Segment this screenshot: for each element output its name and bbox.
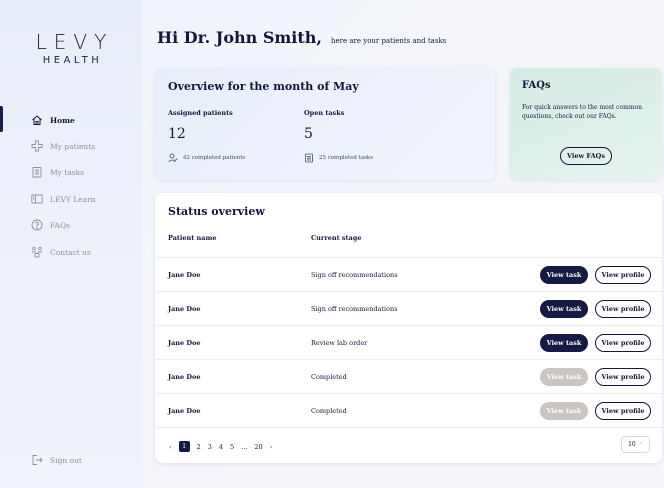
view-faqs-button[interactable]: View FAQs [560,147,612,165]
pagination-ellipsis: ... [241,442,248,451]
tasks-icon [31,166,43,178]
task-list-icon [305,153,313,163]
logo-subtitle: HEALTH [42,55,103,66]
overview-card: Overview for the month of May Assigned p… [155,68,495,180]
view-task-button-disabled: View task [540,368,588,386]
open-tasks-value: 5 [304,126,313,142]
sidebar-item-my-patients[interactable]: My patients [31,139,95,153]
assigned-patients-label: Assigned patients [168,109,233,117]
sidebar-item-faqs[interactable]: FAQs [31,218,70,232]
view-profile-button[interactable]: View profile [595,402,651,420]
view-task-button[interactable]: View task [540,300,588,318]
table-divider [155,427,662,428]
patient-name-cell[interactable]: Jane Doe [168,271,201,279]
user-check-icon [168,153,178,163]
logo: LEVY HEALTH [0,30,142,66]
pagination-page[interactable]: 5 [230,443,234,451]
sidebar-item-levy-learn[interactable]: LEVY Learn [31,192,96,206]
sidebar-item-label: My patients [50,141,96,151]
status-overview-card: Status overview Patient name Current sta… [155,193,662,463]
pagination-page[interactable]: 4 [219,443,223,451]
patient-name-cell[interactable]: Jane Doe [168,305,201,313]
table-row: Jane Doe Sign off recommendations View t… [155,257,662,291]
status-overview-title: Status overview [168,205,265,218]
patients-icon [31,140,43,152]
active-indicator [0,106,3,132]
completed-tasks-text: 25 completed tasks [319,155,374,161]
page-title: Hi Dr. John Smith, [157,28,322,47]
overview-title: Overview for the month of May [168,80,359,93]
sidebar-item-home[interactable]: Home [31,113,75,127]
table-row: Jane Doe Review lab order View task View… [155,325,662,359]
sidebar-item-label: FAQs [50,220,70,230]
current-stage-cell: Sign off recommendations [311,271,398,279]
view-profile-button[interactable]: View profile [595,368,651,386]
sidebar-item-label: My tasks [50,167,85,177]
view-profile-button[interactable]: View profile [595,300,651,318]
chevron-up-icon: ⌃ [638,441,643,448]
learn-icon [31,193,43,205]
column-header-patient-name: Patient name [168,234,217,242]
sidebar-item-label: Contact us [50,247,91,257]
current-stage-cell: Review lab order [311,339,368,347]
sign-out-icon [31,454,43,466]
sidebar-item-my-tasks[interactable]: My tasks [31,165,84,179]
pagination-next[interactable]: › [270,443,273,451]
patient-name-cell[interactable]: Jane Doe [168,373,201,381]
table-row: Jane Doe Sign off recommendations View t… [155,291,662,325]
open-tasks-label: Open tasks [304,109,345,117]
sidebar-item-label: Home [50,115,75,125]
rows-per-page-select[interactable]: 10 ⌃ [621,436,650,453]
patient-name-cell[interactable]: Jane Doe [168,339,201,347]
pagination-page[interactable]: 20 [254,443,262,451]
assigned-patients-value: 12 [168,126,186,142]
sidebar: LEVY HEALTH Home My patients My tasks LE… [0,0,142,488]
pagination-page[interactable]: 3 [208,443,212,451]
faqs-text: For quick answers to the most common que… [522,104,643,121]
help-icon [31,219,43,231]
table-row: Jane Doe Completed View task View profil… [155,359,662,393]
home-icon [31,114,43,126]
view-profile-button[interactable]: View profile [595,266,651,284]
completed-patients-note: 42 completed patients [168,153,245,163]
faqs-card: FAQs For quick answers to the most commo… [510,68,662,180]
pagination-prev[interactable]: ‹ [169,443,172,451]
contact-icon [31,246,43,258]
view-task-button-disabled: View task [540,402,588,420]
pagination: ‹ 1 2 3 4 5 ... 20 › [169,441,279,452]
sidebar-item-label: LEVY Learn [50,194,96,204]
view-task-button[interactable]: View task [540,266,588,284]
patient-name-cell[interactable]: Jane Doe [168,407,201,415]
faqs-title: FAQs [522,80,551,91]
page-subtitle: here are your patients and tasks [330,37,447,45]
rows-per-page-value: 10 [628,441,636,448]
view-profile-button[interactable]: View profile [595,334,651,352]
current-stage-cell: Sign off recommendations [311,305,398,313]
sign-out-label: Sign out [50,455,82,465]
greeting: Hi Dr. John Smith, here are your patient… [157,28,446,47]
current-stage-cell: Completed [311,407,347,415]
sign-out-button[interactable]: Sign out [31,453,82,467]
pagination-page-current[interactable]: 1 [178,441,190,452]
column-header-current-stage: Current stage [311,234,362,242]
completed-patients-text: 42 completed patients [183,155,246,161]
sidebar-item-contact-us[interactable]: Contact us [31,245,91,259]
completed-tasks-note: 25 completed tasks [304,153,373,163]
table-row: Jane Doe Completed View task View profil… [155,393,662,427]
pagination-page[interactable]: 2 [197,443,201,451]
current-stage-cell: Completed [311,373,347,381]
view-task-button[interactable]: View task [540,334,588,352]
logo-wordmark: LEVY [35,30,114,54]
